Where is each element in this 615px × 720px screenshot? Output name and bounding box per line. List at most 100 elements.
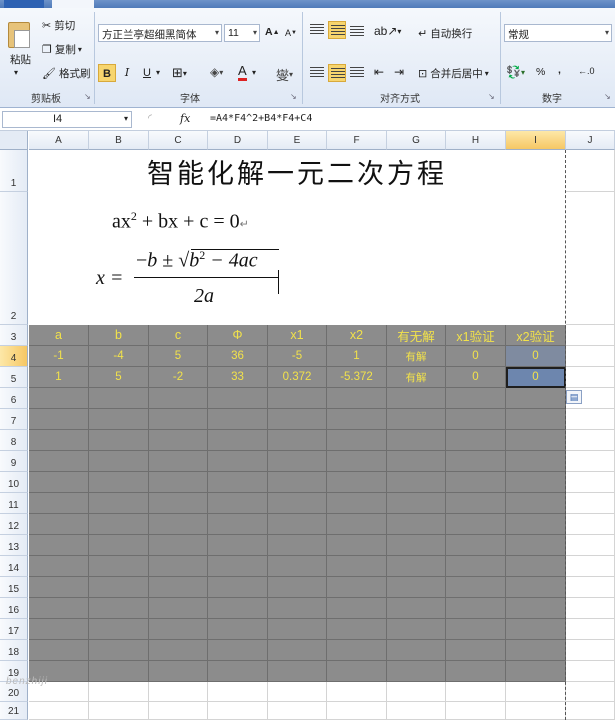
cell-f10[interactable] <box>327 472 387 493</box>
cell-g21[interactable] <box>387 702 446 720</box>
cell-g3[interactable]: 有无解 <box>387 325 446 346</box>
cell-e5[interactable]: 0.372 <box>268 367 327 388</box>
cell-b5[interactable]: 5 <box>89 367 149 388</box>
cell-c4[interactable]: 5 <box>149 346 208 367</box>
cell-i17[interactable] <box>506 619 566 640</box>
cell-g17[interactable] <box>387 619 446 640</box>
cell-a5[interactable]: 1 <box>29 367 89 388</box>
cell-h4[interactable]: 0 <box>446 346 506 367</box>
row-header-4[interactable]: 4 <box>0 346 28 367</box>
cell-a6[interactable] <box>29 388 89 409</box>
orientation-icon[interactable]: ab↗ ▾ <box>374 24 401 38</box>
cell-d17[interactable] <box>208 619 268 640</box>
row-header-13[interactable]: 13 <box>0 535 28 556</box>
cell-f18[interactable] <box>327 640 387 661</box>
row-header-17[interactable]: 17 <box>0 619 28 640</box>
cell-e16[interactable] <box>268 598 327 619</box>
cell-b10[interactable] <box>89 472 149 493</box>
font-size-combo[interactable]: 11 ▾ <box>224 24 260 42</box>
comma-button[interactable]: , <box>558 64 561 76</box>
increase-decimal-icon[interactable]: ←.0 <box>578 66 595 76</box>
align-right-icon[interactable] <box>350 67 364 79</box>
cell-f5[interactable]: -5.372 <box>327 367 387 388</box>
cell-c11[interactable] <box>149 493 208 514</box>
tab-file[interactable] <box>4 0 44 8</box>
underline-dropdown-icon[interactable]: ▾ <box>156 68 160 77</box>
cell-h20[interactable] <box>446 682 506 702</box>
cell-a10[interactable] <box>29 472 89 493</box>
cell-h3[interactable]: x1验证 <box>446 325 506 346</box>
cell-h11[interactable] <box>446 493 506 514</box>
cell-c12[interactable] <box>149 514 208 535</box>
cell-c14[interactable] <box>149 556 208 577</box>
cell-i12[interactable] <box>506 514 566 535</box>
number-launcher-icon[interactable]: ↘ <box>604 92 611 101</box>
cell-g9[interactable] <box>387 451 446 472</box>
cell-g16[interactable] <box>387 598 446 619</box>
column-header-i[interactable]: I <box>506 131 566 150</box>
cell-c21[interactable] <box>149 702 208 720</box>
merge-center-button[interactable]: ⊡ 合并后居中 ▾ <box>418 66 489 81</box>
cell-a18[interactable] <box>29 640 89 661</box>
select-all-corner[interactable] <box>0 131 28 150</box>
cell-g5[interactable]: 有解 <box>387 367 446 388</box>
font-color-dropdown-icon[interactable]: ▾ <box>252 68 256 77</box>
cell-d4[interactable]: 36 <box>208 346 268 367</box>
cell-e10[interactable] <box>268 472 327 493</box>
cell-c6[interactable] <box>149 388 208 409</box>
alignment-launcher-icon[interactable]: ↘ <box>488 92 495 101</box>
cell-d15[interactable] <box>208 577 268 598</box>
cell-i13[interactable] <box>506 535 566 556</box>
cell-f12[interactable] <box>327 514 387 535</box>
cell-h15[interactable] <box>446 577 506 598</box>
increase-indent-icon[interactable]: ⇥ <box>394 65 404 79</box>
cell-b17[interactable] <box>89 619 149 640</box>
row-header-8[interactable]: 8 <box>0 430 28 451</box>
cell-c9[interactable] <box>149 451 208 472</box>
cell-j21[interactable] <box>566 702 615 720</box>
cell-a9[interactable] <box>29 451 89 472</box>
cell-f4[interactable]: 1 <box>327 346 387 367</box>
cell-d7[interactable] <box>208 409 268 430</box>
cell-j8[interactable] <box>566 430 615 451</box>
cell-d13[interactable] <box>208 535 268 556</box>
cell-j3[interactable] <box>566 325 615 346</box>
format-painter-button[interactable]: 🖌 格式刷 <box>42 66 90 81</box>
cell-g19[interactable] <box>387 661 446 682</box>
cell-f20[interactable] <box>327 682 387 702</box>
currency-icon[interactable]: 💱 ▾ <box>506 65 525 79</box>
name-box[interactable]: I4 ▾ <box>2 111 132 128</box>
cell-e6[interactable] <box>268 388 327 409</box>
cell-c17[interactable] <box>149 619 208 640</box>
cell-j19[interactable] <box>566 661 615 682</box>
cell-h7[interactable] <box>446 409 506 430</box>
copy-button[interactable]: ❐ 复制 ▾ <box>42 42 82 57</box>
cell-e18[interactable] <box>268 640 327 661</box>
cell-a11[interactable] <box>29 493 89 514</box>
row-header-7[interactable]: 7 <box>0 409 28 430</box>
cell-j9[interactable] <box>566 451 615 472</box>
row-header-5[interactable]: 5 <box>0 367 28 388</box>
cell-h18[interactable] <box>446 640 506 661</box>
cell-b3[interactable]: b <box>89 325 149 346</box>
row-header-9[interactable]: 9 <box>0 451 28 472</box>
cell-i21[interactable] <box>506 702 566 720</box>
cell-i20[interactable] <box>506 682 566 702</box>
cell-j2[interactable] <box>566 192 615 325</box>
cell-f17[interactable] <box>327 619 387 640</box>
cell-b15[interactable] <box>89 577 149 598</box>
cell-f9[interactable] <box>327 451 387 472</box>
row-header-2[interactable]: 2 <box>0 192 28 325</box>
column-header-b[interactable]: B <box>89 131 149 150</box>
cell-f19[interactable] <box>327 661 387 682</box>
cell-h12[interactable] <box>446 514 506 535</box>
row-header-3[interactable]: 3 <box>0 325 28 346</box>
cell-g6[interactable] <box>387 388 446 409</box>
cell-d21[interactable] <box>208 702 268 720</box>
cell-h6[interactable] <box>446 388 506 409</box>
cell-a15[interactable] <box>29 577 89 598</box>
cell-j12[interactable] <box>566 514 615 535</box>
cell-d16[interactable] <box>208 598 268 619</box>
cell-e14[interactable] <box>268 556 327 577</box>
cell-i16[interactable] <box>506 598 566 619</box>
